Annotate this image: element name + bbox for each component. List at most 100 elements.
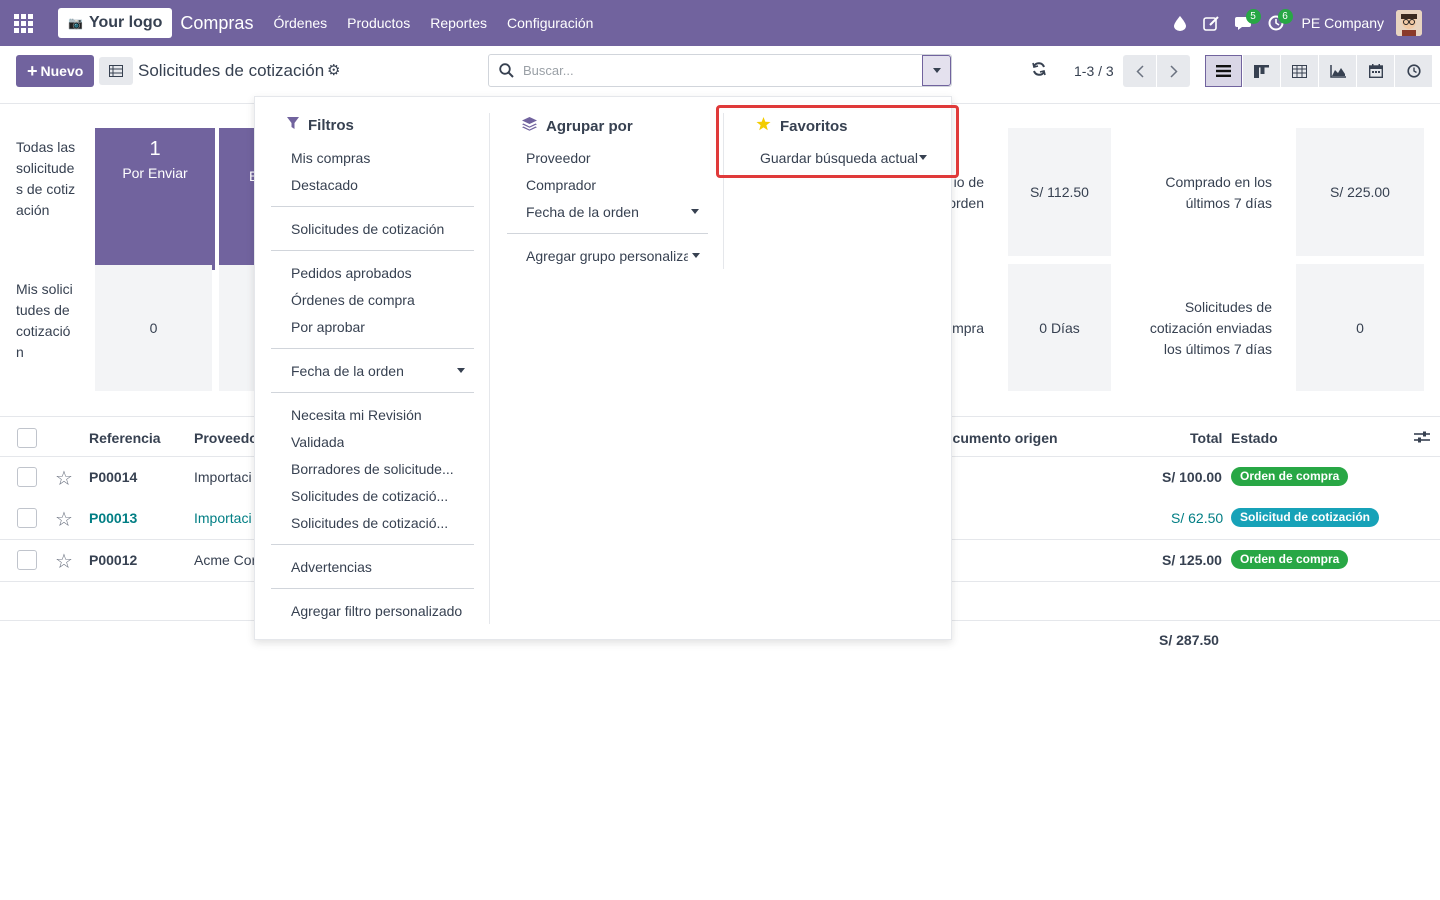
filter-solicitudes[interactable]: Solicitudes de cotización: [291, 221, 444, 237]
add-custom-group[interactable]: Agregar grupo personaliza: [526, 248, 688, 264]
header-vendor[interactable]: Proveedo: [194, 430, 258, 446]
apps-menu-icon[interactable]: [0, 0, 46, 46]
chat-icon[interactable]: 5: [1228, 0, 1261, 46]
activity-clock-icon[interactable]: 6: [1260, 0, 1293, 46]
filter-solicitudes-2[interactable]: Solicitudes de cotizació...: [291, 488, 448, 504]
menu-productos[interactable]: Productos: [347, 15, 410, 31]
tile-my-count[interactable]: 0: [95, 265, 212, 391]
pivot-table-icon: [1292, 64, 1307, 78]
filter-borradores[interactable]: Borradores de solicitude...: [291, 461, 454, 477]
purchased-label: Comprado en los últimos 7 días: [1165, 174, 1272, 211]
filter-por-aprobar[interactable]: Por aprobar: [291, 319, 365, 335]
row-reference: P00014: [89, 469, 138, 485]
filter-mis-compras[interactable]: Mis compras: [291, 150, 370, 166]
pivot-view-button[interactable]: [1281, 55, 1318, 87]
filter-advertencias[interactable]: Advertencias: [291, 559, 372, 575]
search-options-toggle[interactable]: [922, 55, 951, 86]
tile-por-enviar-count: 1: [149, 138, 161, 160]
user-avatar[interactable]: [1396, 10, 1422, 36]
graph-view-button[interactable]: [1319, 55, 1356, 87]
chat-count-badge: 5: [1245, 9, 1261, 24]
top-navbar: 📷 Your logo Compras Órdenes Productos Re…: [0, 0, 1440, 46]
column-settings-icon[interactable]: [1414, 430, 1430, 447]
camera-icon: 📷: [68, 16, 83, 30]
caret-down-icon: [932, 68, 941, 73]
header-total[interactable]: Total: [1190, 430, 1222, 446]
menu-reportes[interactable]: Reportes: [430, 15, 487, 31]
row-vendor: Importaci: [194, 510, 252, 526]
status-badge: Orden de compra: [1231, 550, 1349, 569]
company-switcher[interactable]: PE Company: [1302, 15, 1384, 31]
filter-ordenes-compra[interactable]: Órdenes de compra: [291, 292, 415, 308]
new-button[interactable]: + Nuevo: [16, 55, 95, 87]
star-icon[interactable]: ☆: [55, 466, 73, 491]
caret-down-icon[interactable]: [457, 368, 465, 373]
filter-necesita-revision[interactable]: Necesita mi Revisión: [291, 407, 422, 423]
divider: [271, 392, 474, 393]
page-title: Solicitudes de cotización: [138, 61, 325, 80]
divider: [271, 588, 474, 589]
divider: [507, 233, 708, 234]
filter-solicitudes-3[interactable]: Solicitudes de cotizació...: [291, 515, 448, 531]
group-fecha-orden[interactable]: Fecha de la orden: [526, 204, 639, 220]
divider: [271, 544, 474, 545]
grand-total: S/ 287.50: [1159, 632, 1219, 648]
calendar-view-button[interactable]: [1357, 55, 1394, 87]
select-all-checkbox[interactable]: [17, 428, 37, 448]
pager-previous-button[interactable]: [1123, 55, 1156, 87]
divider: [271, 250, 474, 251]
group-comprador[interactable]: Comprador: [526, 177, 596, 193]
divider: [271, 348, 474, 349]
area-chart-icon: [1329, 64, 1346, 78]
highlight-box: [716, 105, 959, 178]
search-input[interactable]: [523, 63, 922, 78]
caret-down-icon[interactable]: [692, 253, 700, 258]
pager-value[interactable]: 1-3 / 3: [1074, 63, 1114, 79]
menu-ordenes[interactable]: Órdenes: [273, 15, 327, 31]
all-rfq-label: Todas las solicitudes de cotización: [16, 139, 76, 218]
filter-validada[interactable]: Validada: [291, 434, 344, 450]
chevron-left-icon: [1135, 64, 1144, 78]
plus-icon: +: [27, 61, 38, 81]
tile-por-enviar[interactable]: 1 Por Enviar: [95, 128, 215, 270]
filters-header: Filtros: [287, 117, 354, 134]
row-checkbox[interactable]: [17, 550, 37, 570]
layers-icon: [522, 117, 537, 135]
header-source[interactable]: ocumento origen: [944, 430, 1058, 446]
refresh-icon[interactable]: [1032, 62, 1046, 81]
status-badge: Solicitud de cotización: [1231, 508, 1380, 527]
tile-sent-value: 0: [1296, 264, 1424, 391]
edit-icon[interactable]: [1196, 0, 1228, 46]
list-view-button[interactable]: [1205, 55, 1242, 87]
drop-icon[interactable]: [1164, 0, 1196, 46]
header-reference[interactable]: Referencia: [89, 430, 161, 446]
pager-next-button[interactable]: [1157, 55, 1190, 87]
filter-destacado[interactable]: Destacado: [291, 177, 358, 193]
company-logo[interactable]: 📷 Your logo: [58, 8, 173, 38]
activity-view-button[interactable]: [1395, 55, 1432, 87]
tile-second[interactable]: E: [219, 128, 259, 270]
tile-days-value: 0 Días: [1008, 264, 1111, 391]
row-checkbox[interactable]: [17, 508, 37, 528]
list-view-toggle[interactable]: [99, 57, 133, 85]
menu-configuracion[interactable]: Configuración: [507, 15, 593, 31]
app-name[interactable]: Compras: [180, 13, 253, 34]
kanban-view-button[interactable]: [1243, 55, 1280, 87]
tile-purchased-value: S/ 225.00: [1296, 128, 1424, 256]
tile-avg-value: S/ 112.50: [1008, 128, 1111, 256]
add-custom-filter[interactable]: Agregar filtro personalizado: [291, 603, 462, 619]
filter-pedidos-aprobados[interactable]: Pedidos aprobados: [291, 265, 412, 281]
header-status[interactable]: Estado: [1231, 430, 1278, 446]
chevron-right-icon: [1169, 64, 1178, 78]
star-icon[interactable]: ☆: [55, 507, 73, 532]
gear-icon[interactable]: ⚙: [327, 61, 340, 79]
row-checkbox[interactable]: [17, 467, 37, 487]
tile-my-second[interactable]: [219, 265, 259, 391]
group-proveedor[interactable]: Proveedor: [526, 150, 591, 166]
filter-fecha-orden[interactable]: Fecha de la orden: [291, 363, 404, 379]
star-icon[interactable]: ☆: [55, 549, 73, 574]
list-icon: [1216, 65, 1231, 77]
caret-down-icon[interactable]: [691, 209, 699, 214]
table-icon: [109, 65, 123, 77]
sent-label: Solicitudes de cotización enviadas los ú…: [1149, 299, 1272, 357]
